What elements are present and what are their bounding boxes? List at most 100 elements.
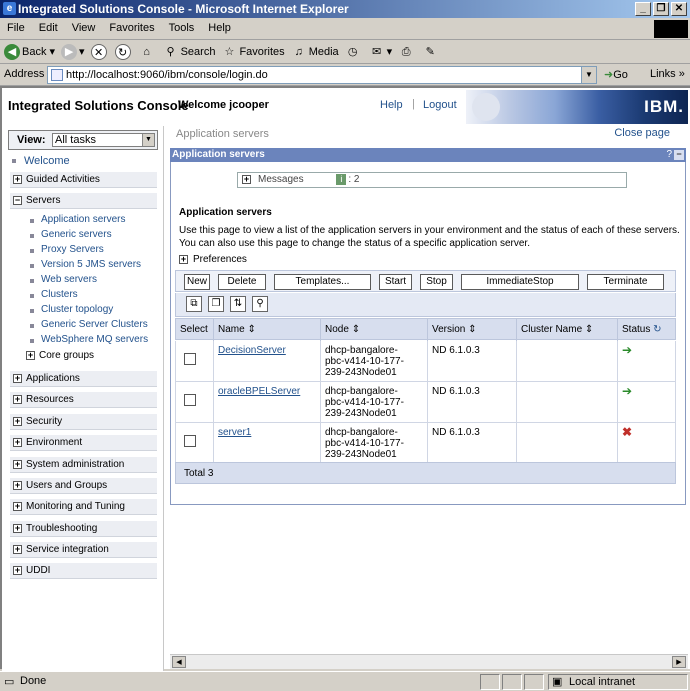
row-checkbox[interactable] bbox=[184, 353, 196, 365]
action-button-bar: New Delete Templates... Start Stop Immed… bbox=[175, 270, 676, 292]
nav-resources[interactable]: + Resources bbox=[10, 392, 157, 408]
expand-icon: + bbox=[13, 459, 22, 469]
chevron-down-icon: ▼ bbox=[142, 134, 154, 146]
new-button[interactable]: New bbox=[184, 274, 210, 290]
minimize-button[interactable]: _ bbox=[635, 2, 651, 16]
menu-tools[interactable]: Tools bbox=[162, 18, 202, 38]
nav-web-servers[interactable]: Web servers bbox=[30, 274, 97, 285]
column-version[interactable]: Version ⇕ bbox=[428, 319, 517, 341]
nav-monitoring-and-tuning[interactable]: + Monitoring and Tuning bbox=[10, 499, 157, 515]
preferences-toggle[interactable]: + Preferences bbox=[179, 254, 247, 265]
favorites-icon: ☆ bbox=[224, 45, 235, 58]
menu-bar: File Edit View Favorites Tools Help bbox=[0, 18, 690, 40]
ie-icon: e bbox=[3, 2, 16, 15]
scroll-left-icon[interactable]: ◀ bbox=[172, 656, 186, 668]
print-button[interactable]: ⎙ bbox=[398, 44, 416, 60]
logout-link[interactable]: Logout bbox=[423, 99, 457, 111]
column-cluster-name[interactable]: Cluster Name ⇕ bbox=[517, 319, 618, 341]
nav-clusters[interactable]: Clusters bbox=[30, 289, 78, 300]
nav-servers[interactable]: − Servers bbox=[10, 193, 157, 209]
home-button[interactable]: ⌂ bbox=[139, 44, 157, 60]
nav-system-administration[interactable]: + System administration bbox=[10, 457, 157, 473]
minimize-portlet-icon[interactable]: − bbox=[674, 150, 684, 160]
delete-button[interactable]: Delete bbox=[218, 274, 266, 290]
column-select: Select bbox=[176, 319, 214, 341]
expand-icon: + bbox=[179, 254, 188, 264]
address-input[interactable]: http://localhost:9060/ibm/console/login.… bbox=[47, 66, 597, 84]
go-button[interactable]: ➜Go bbox=[604, 68, 628, 81]
nav-troubleshooting[interactable]: + Troubleshooting bbox=[10, 521, 157, 537]
edit-button[interactable]: ✎ bbox=[422, 44, 440, 60]
history-button[interactable]: ◷ bbox=[345, 44, 363, 60]
menu-edit[interactable]: Edit bbox=[32, 18, 65, 38]
server-link[interactable]: DecisionServer bbox=[218, 345, 286, 356]
forward-button[interactable]: ▶ ▾ bbox=[61, 43, 85, 60]
templates-button[interactable]: Templates... bbox=[274, 274, 371, 290]
ibm-logo: IBM. bbox=[644, 97, 684, 116]
column-name[interactable]: Name ⇕ bbox=[214, 319, 321, 341]
window-title: Integrated Solutions Console - Microsoft… bbox=[18, 2, 349, 16]
help-link[interactable]: Help bbox=[380, 99, 403, 111]
nav-cluster-topology[interactable]: Cluster topology bbox=[30, 304, 113, 315]
scroll-right-icon[interactable]: ▶ bbox=[672, 656, 686, 668]
nav-proxy-servers[interactable]: Proxy Servers bbox=[30, 244, 104, 255]
refresh-button[interactable]: ↻ bbox=[114, 43, 133, 60]
favorites-button[interactable]: ☆ Favorites bbox=[221, 44, 285, 60]
back-button[interactable]: ◀ Back ▾ bbox=[4, 43, 55, 60]
address-dropdown-icon[interactable]: ▼ bbox=[581, 67, 596, 83]
refresh-icon: ↻ bbox=[114, 43, 131, 60]
nav-mq-servers[interactable]: WebSphere MQ servers bbox=[30, 334, 148, 345]
row-checkbox[interactable] bbox=[184, 435, 196, 447]
deselect-all-icon[interactable]: ❐ bbox=[208, 296, 224, 312]
horizontal-scrollbar[interactable]: ◀ ▶ bbox=[170, 654, 688, 669]
messages-box[interactable]: + Messages i: 2 bbox=[237, 172, 627, 188]
nav-service-integration[interactable]: + Service integration bbox=[10, 542, 157, 558]
close-page-link[interactable]: Close page bbox=[614, 127, 670, 139]
mail-button[interactable]: ✉ ▾ bbox=[369, 44, 392, 60]
refresh-status-icon[interactable]: ↻ bbox=[653, 324, 661, 335]
media-button[interactable]: ♫ Media bbox=[291, 44, 339, 60]
immediate-stop-button[interactable]: ImmediateStop bbox=[461, 274, 579, 290]
menu-file[interactable]: File bbox=[0, 18, 32, 38]
nav-security[interactable]: + Security bbox=[10, 414, 157, 430]
clear-filter-icon[interactable]: ⚲ bbox=[252, 296, 268, 312]
column-node[interactable]: Node ⇕ bbox=[321, 319, 428, 341]
show-filter-icon[interactable]: ⇅ bbox=[230, 296, 246, 312]
menu-favorites[interactable]: Favorites bbox=[102, 18, 161, 38]
links-button[interactable]: Links » bbox=[650, 68, 685, 80]
messages-count: : 2 bbox=[348, 174, 360, 185]
menu-view[interactable]: View bbox=[65, 18, 103, 38]
menu-help[interactable]: Help bbox=[201, 18, 238, 38]
expand-icon: + bbox=[13, 437, 22, 447]
address-bar: Address http://localhost:9060/ibm/consol… bbox=[0, 64, 690, 86]
section-title: Application servers bbox=[179, 207, 272, 218]
help-icon[interactable]: ? bbox=[666, 148, 672, 162]
bullet-icon bbox=[30, 219, 34, 223]
search-button[interactable]: ⚲ Search bbox=[163, 44, 216, 60]
nav-environment[interactable]: + Environment bbox=[10, 435, 157, 451]
nav-uddi[interactable]: + UDDI bbox=[10, 563, 157, 579]
select-all-icon[interactable]: ⧉ bbox=[186, 296, 202, 312]
start-button[interactable]: Start bbox=[379, 274, 412, 290]
nav-jms-servers[interactable]: Version 5 JMS servers bbox=[30, 259, 141, 270]
nav-application-servers[interactable]: Application servers bbox=[30, 214, 125, 225]
close-button[interactable]: ✕ bbox=[671, 2, 687, 16]
nav-guided-activities[interactable]: + Guided Activities bbox=[10, 172, 157, 188]
view-select[interactable]: All tasks ▼ bbox=[52, 133, 155, 147]
server-link[interactable]: server1 bbox=[218, 427, 251, 438]
expand-icon: + bbox=[13, 523, 22, 533]
terminate-button[interactable]: Terminate bbox=[587, 274, 664, 290]
nav-generic-servers[interactable]: Generic servers bbox=[30, 229, 112, 240]
server-link[interactable]: oracleBPELServer bbox=[218, 386, 300, 397]
nav-core-groups[interactable]: + Core groups bbox=[26, 350, 94, 361]
maximize-button[interactable]: ❐ bbox=[653, 2, 669, 16]
nav-applications[interactable]: + Applications bbox=[10, 371, 157, 387]
forward-arrow-icon: ▶ bbox=[61, 43, 78, 60]
stop-button[interactable]: ✕ bbox=[90, 43, 109, 60]
stop-button-console[interactable]: Stop bbox=[420, 274, 453, 290]
nav-users-and-groups[interactable]: + Users and Groups bbox=[10, 478, 157, 494]
row-checkbox[interactable] bbox=[184, 394, 196, 406]
nav-welcome-link[interactable]: Welcome bbox=[12, 155, 70, 167]
nav-generic-server-clusters[interactable]: Generic Server Clusters bbox=[30, 319, 148, 330]
page-description: Use this page to view a list of the appl… bbox=[179, 225, 680, 249]
